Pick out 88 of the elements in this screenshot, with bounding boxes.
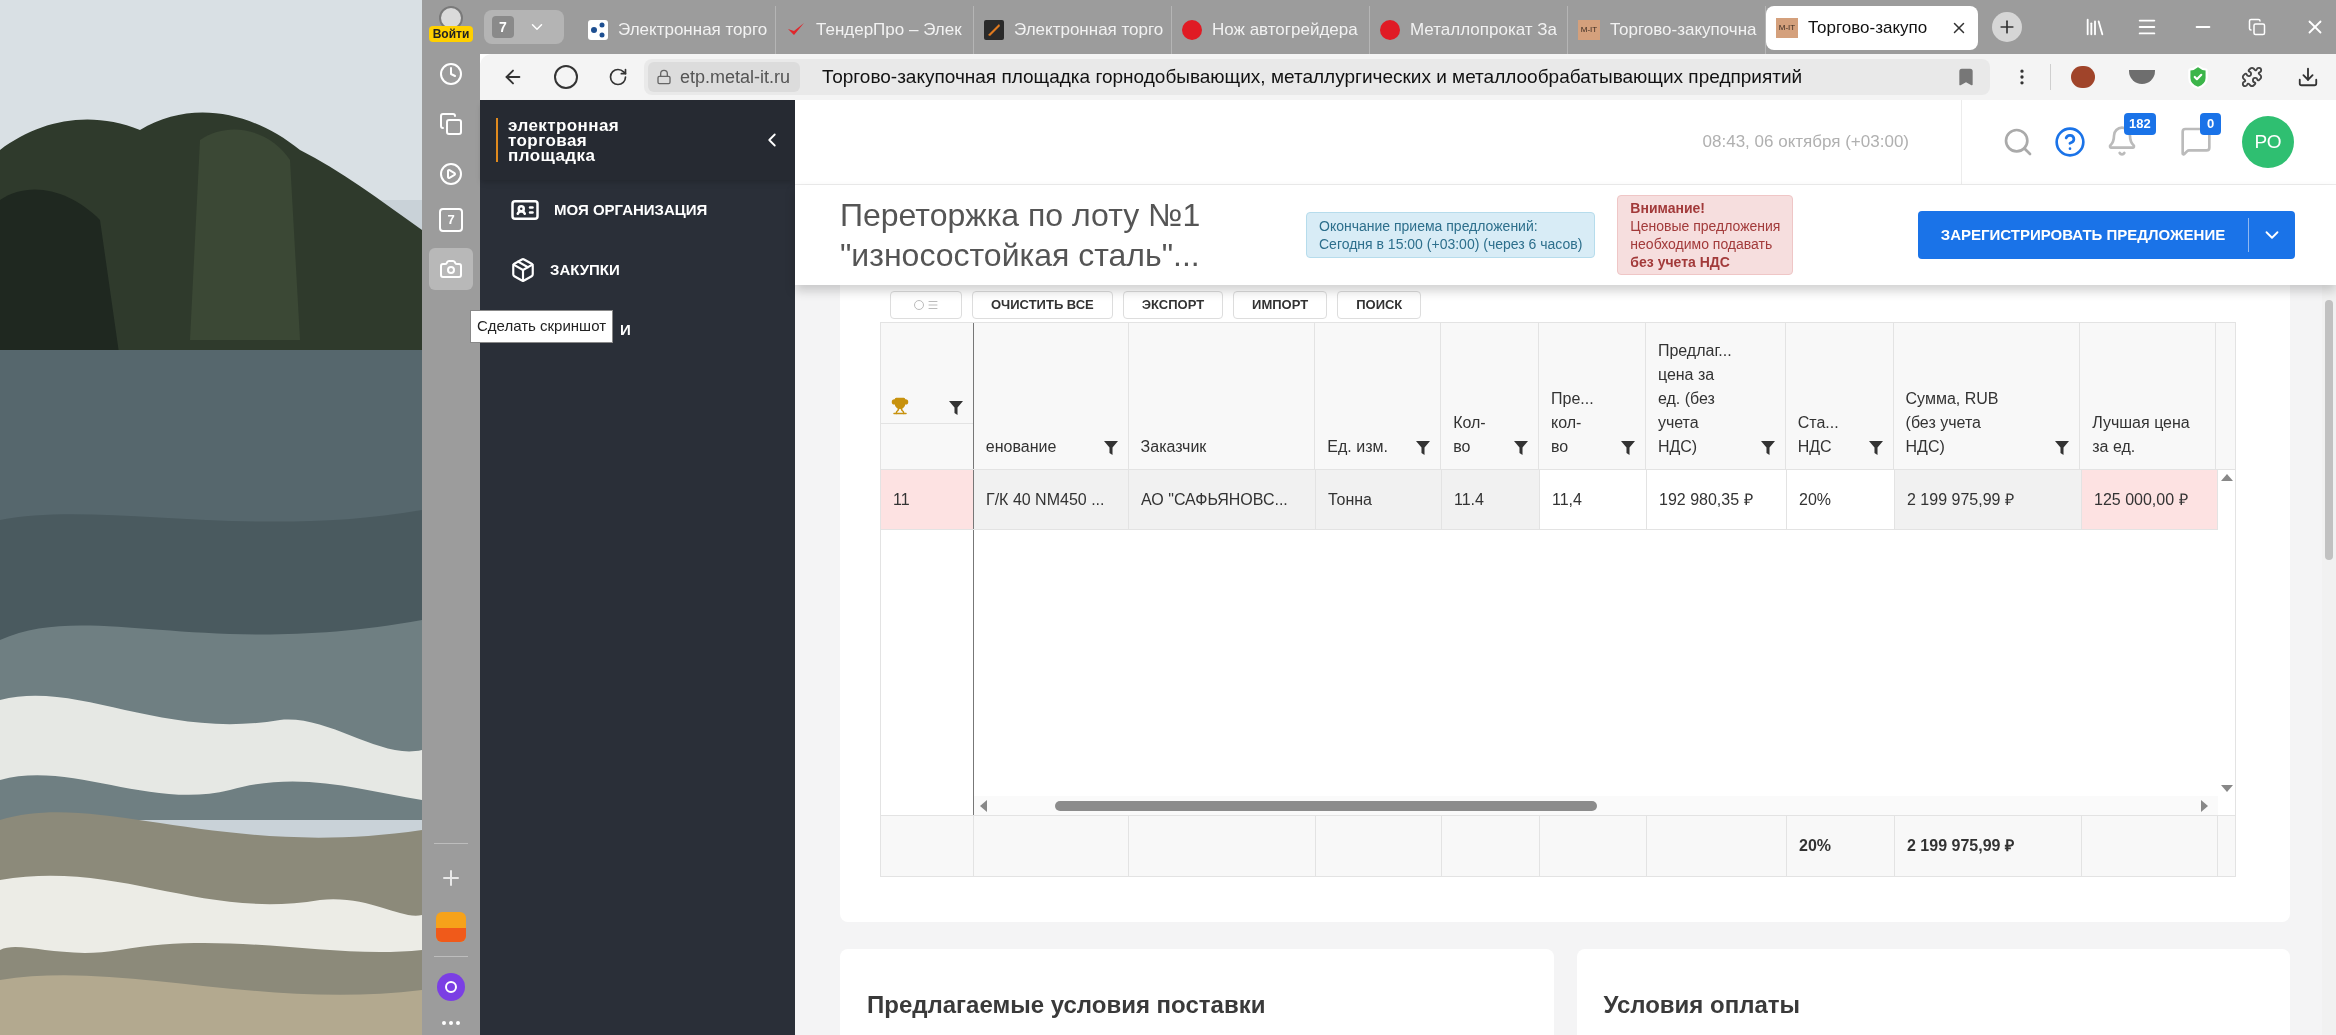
table-cell: Тонна (1316, 470, 1442, 529)
section-title: Условия оплаты (1603, 991, 1801, 1018)
nav-item[interactable]: МОЯ ОРГАНИЗАЦИЯ (480, 180, 795, 240)
extension-icon[interactable] (2241, 66, 2263, 88)
tab-title: Нож автогрейдера (1212, 19, 1359, 42)
table-cell: Г/К 40 NM450 ... (974, 470, 1129, 529)
filter-icon[interactable] (2055, 441, 2070, 455)
restore-icon[interactable] (2248, 18, 2266, 36)
square-favicon-icon (984, 20, 1004, 40)
column-header[interactable]: Кол- во (1441, 323, 1540, 469)
extension-icon[interactable] (2129, 70, 2155, 84)
scrollbar-thumb[interactable] (1055, 800, 1597, 811)
collections-icon[interactable] (439, 112, 463, 136)
page-scrollbar[interactable] (2322, 285, 2336, 1035)
bookmark-icon[interactable] (1956, 67, 1976, 87)
table-cell: АО "САФЬЯНОВС... (1129, 470, 1316, 529)
trophy-icon[interactable] (891, 397, 909, 415)
tab-title: Торгово-закупо (1808, 17, 1929, 40)
table-cell: 125 000,00 ₽ (2082, 470, 2218, 529)
row-number-cell: 11 (881, 470, 974, 529)
address-field[interactable]: etp.metal-it.ru Торгово-закупочная площадка горнодобывающих, металлургических и металлообрабатывающих предприятий (644, 59, 1990, 95)
shield-icon[interactable] (2185, 64, 2211, 90)
column-header[interactable]: Пре... кол- во (1539, 323, 1646, 469)
tab-count: 7 (492, 16, 514, 38)
extension-icon[interactable] (2071, 66, 2095, 88)
deadline-notice: Окончание приема предложений: Сегодня в 15:00 (+03:00) (через 6 часов) (1306, 212, 1596, 258)
box-icon (510, 257, 536, 283)
lines-icon (926, 299, 939, 311)
column-header[interactable]: Сумма, RUB (без учета НДС) (1893, 323, 2081, 469)
tab-title: Торгово-закупочна (1610, 19, 1757, 42)
bookmarks-icon[interactable] (2084, 16, 2106, 38)
column-header[interactable]: Ед. изм. (1315, 323, 1442, 469)
section-title: Предлагаемые условия поставки (867, 991, 1266, 1018)
download-icon[interactable] (2297, 66, 2319, 88)
total-cell: 20% (1787, 816, 1895, 876)
filter-icon[interactable] (948, 401, 963, 415)
url-domain: etp.metal-it.ru (680, 65, 791, 89)
tab-favicon: M-IT (1776, 18, 1798, 38)
column-header[interactable]: енование (973, 323, 1129, 469)
column-header[interactable]: Лучшая цена за ед. (2080, 323, 2217, 469)
view-toggle-button[interactable] (890, 291, 962, 319)
reload-icon[interactable] (608, 67, 628, 87)
lock-icon (656, 69, 672, 85)
column-header[interactable]: Предлаг... цена за ед. (без учета НДС) (1645, 323, 1786, 469)
tooltip: Сделать скриншот (470, 310, 614, 343)
toolbar-button[interactable]: ИМПОРТ (1233, 291, 1328, 319)
total-cell: 2 199 975,99 ₽ (1895, 816, 2082, 876)
column-header[interactable]: Ста... НДС (1785, 323, 1894, 469)
filter-icon[interactable] (1760, 441, 1775, 455)
filter-icon[interactable] (1620, 441, 1635, 455)
register-offer-button[interactable]: ЗАРЕГИСТРИРОВАТЬ ПРЕДЛОЖЕНИЕ (1918, 211, 2295, 259)
tab-title: Электронная торго (618, 19, 768, 42)
screenshot-button[interactable] (429, 248, 473, 290)
message-count: 0 (2200, 113, 2222, 135)
play-icon[interactable] (439, 162, 463, 186)
notification-count: 182 (2124, 113, 2156, 135)
help-icon[interactable] (2054, 126, 2086, 158)
browser-tab[interactable]: M-IT Торгово-закупо (1766, 6, 1978, 50)
new-tab-button[interactable] (1992, 12, 2022, 42)
tab-title: Металлопрокат За (1410, 19, 1557, 42)
network-favicon-icon (588, 20, 608, 40)
filter-icon[interactable] (1514, 441, 1529, 455)
tab-favicon: M-IT (1578, 20, 1600, 40)
column-header[interactable]: Заказчик (1128, 323, 1316, 469)
filter-icon[interactable] (1868, 441, 1883, 455)
vat-warning: Внимание! Ценовые предложения необходимо подавать без учета НДС (1617, 195, 1794, 275)
horizontal-scrollbar[interactable] (974, 796, 2218, 815)
history-icon[interactable] (439, 62, 463, 86)
scroll-up-icon[interactable] (2220, 474, 2233, 481)
scrollbar-thumb[interactable] (2325, 300, 2333, 560)
table-cell: 2 199 975,99 ₽ (1895, 470, 2082, 529)
toolbar-button[interactable]: ЭКСПОРТ (1122, 291, 1224, 319)
search-icon[interactable] (2002, 126, 2034, 158)
nav-item[interactable]: ЗАКУПКИ (480, 240, 795, 300)
page-title: Торгово-закупочная площадка горнодобывающих, металлургических и металлообрабатывающих предприятий (822, 64, 1803, 89)
tab-title: ТендерПро – Элек (816, 19, 963, 42)
lot-title: Переторжка по лоту №1 "износостойкая сталь"... (840, 196, 1202, 275)
filter-icon[interactable] (1103, 441, 1118, 455)
toolbar-button[interactable]: ОЧИСТИТЬ ВСЕ (972, 291, 1113, 319)
toolbar-button[interactable]: ПОИСК (1337, 291, 1422, 319)
login-badge[interactable]: Войти (428, 26, 474, 42)
camera-icon (439, 257, 463, 281)
table-cell: 11.4 (1442, 470, 1540, 529)
dot-favicon-icon (1380, 20, 1400, 40)
current-time: 08:43, 06 октября (+03:00) (1702, 131, 1909, 154)
dot-favicon-icon (1182, 20, 1202, 40)
tab-title: Электронная торго (1014, 19, 1164, 42)
filter-icon[interactable] (1416, 441, 1431, 455)
